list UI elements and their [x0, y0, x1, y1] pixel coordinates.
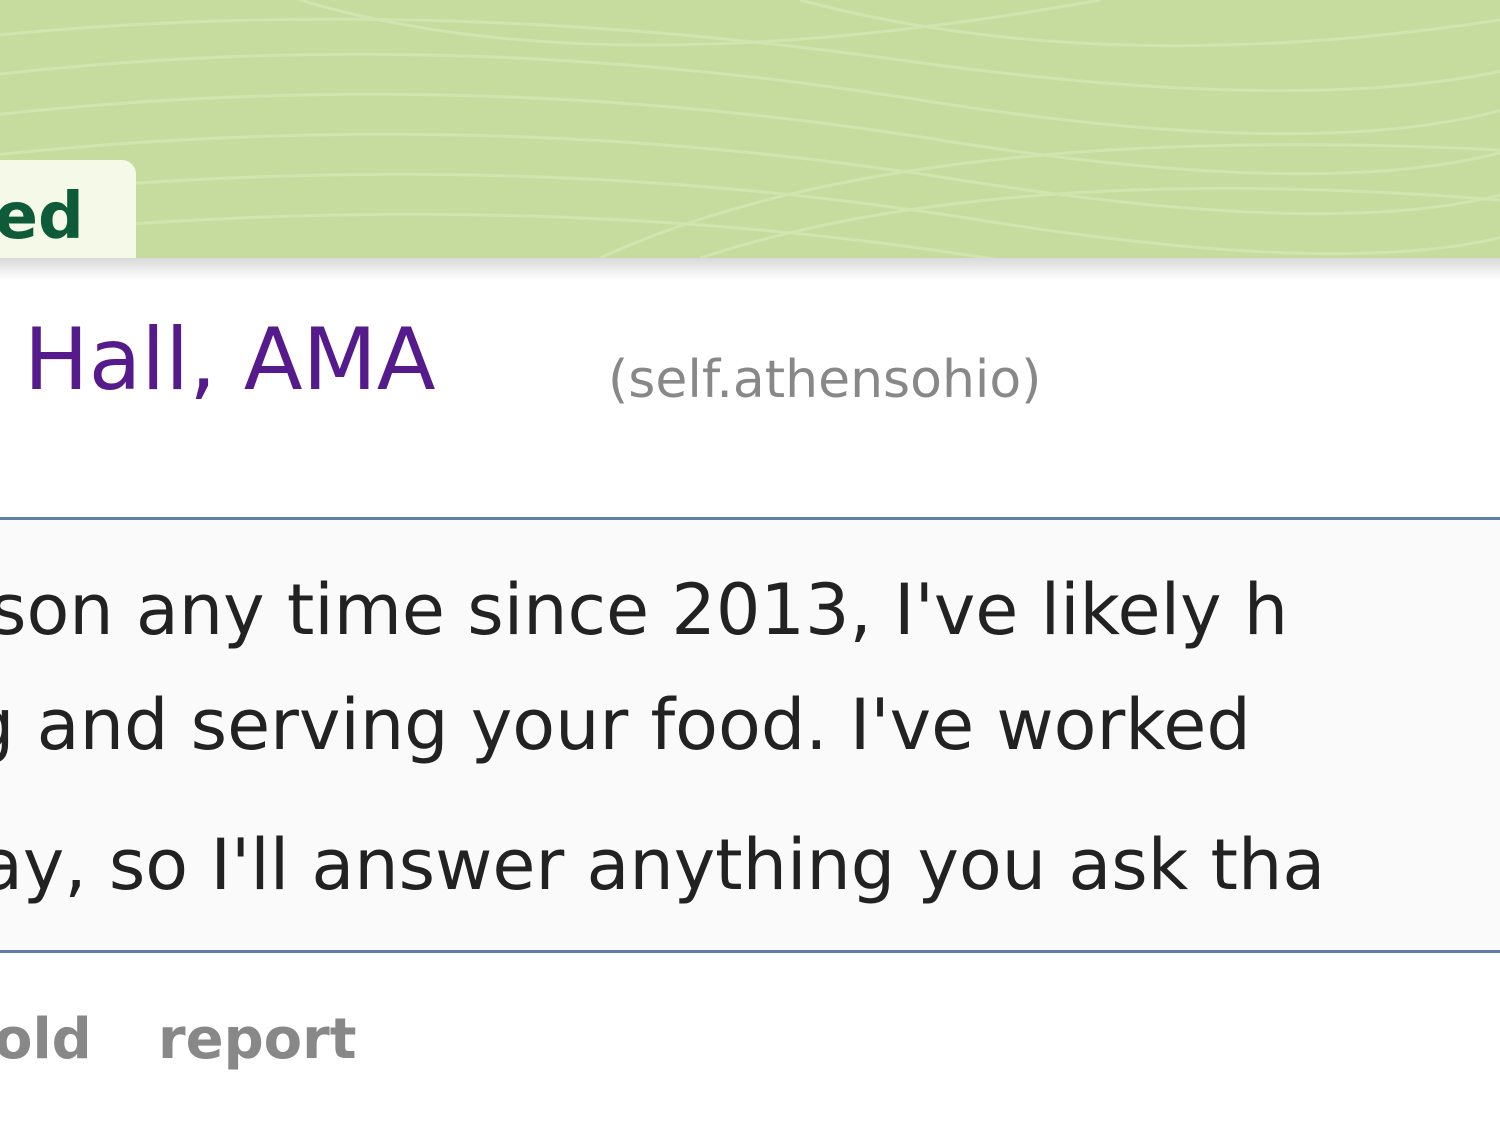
selftext-line: g and serving your food. I've worked	[0, 684, 1251, 766]
header-banner	[0, 0, 1500, 258]
selftext-line: ay, so I'll answer anything you ask tha	[0, 824, 1326, 906]
gold-button[interactable]: old	[0, 1000, 92, 1080]
selftext-line: son any time since 2013, I've likely h	[0, 569, 1289, 651]
post-domain-link[interactable]: (self.athensohio)	[608, 340, 1041, 420]
post-title-link[interactable]: g Hall, AMA	[0, 300, 436, 420]
tab-active-label[interactable]: ted	[0, 172, 84, 262]
header-wave-pattern	[0, 0, 1500, 258]
header-shadow	[0, 258, 1500, 280]
report-button[interactable]: report	[158, 1000, 357, 1080]
page: ted g Hall, AMA (self.athensohio) son an…	[0, 0, 1500, 1125]
